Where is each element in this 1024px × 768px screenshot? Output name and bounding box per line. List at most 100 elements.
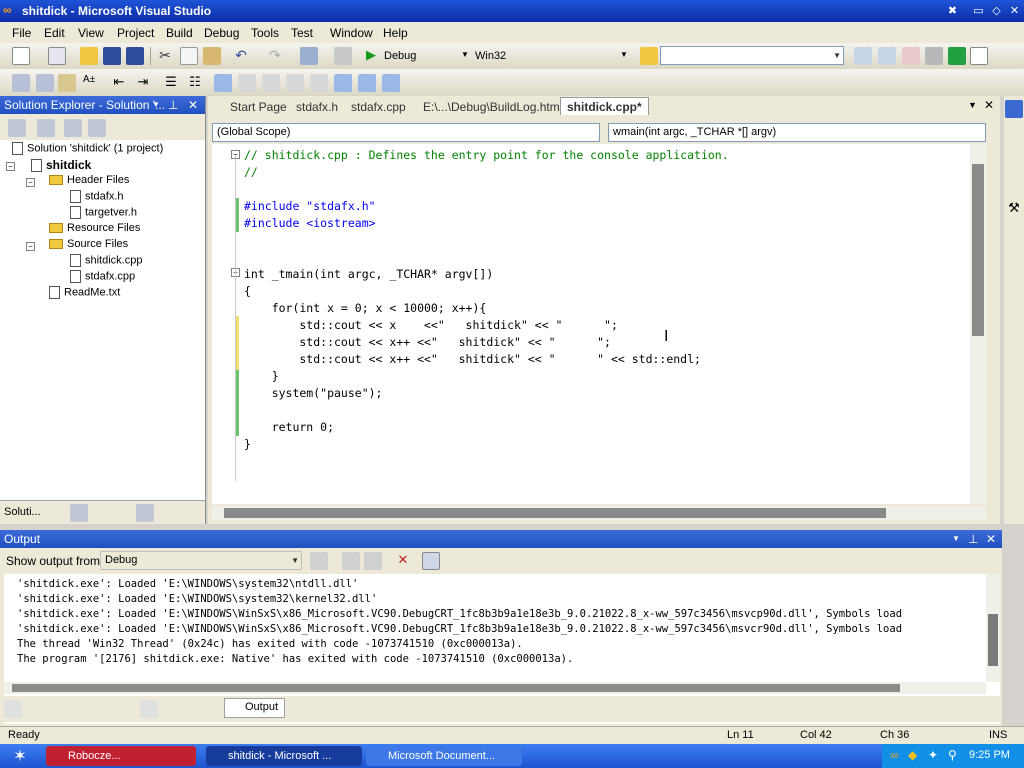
tree-project[interactable]: shitdick xyxy=(31,158,91,173)
tree-shitdick-cpp[interactable]: shitdick.cpp xyxy=(70,254,142,267)
undo-icon[interactable]: ↶ xyxy=(232,47,250,65)
se-show-all-files-icon[interactable] xyxy=(37,119,55,137)
output-text-area[interactable]: 'shitdick.exe': Loaded 'E:\WINDOWS\syste… xyxy=(4,574,1000,724)
menu-test[interactable]: Test xyxy=(291,26,313,40)
find-combo[interactable]: ▼ xyxy=(660,46,844,65)
outdent-icon[interactable]: ⇤ xyxy=(110,74,128,92)
menu-project[interactable]: Project xyxy=(117,26,154,40)
vertical-scrollbar[interactable] xyxy=(970,144,986,504)
tab-buildlog[interactable]: E:\...\Debug\BuildLog.htm xyxy=(423,100,560,114)
error-list-tab-icon[interactable] xyxy=(4,700,22,718)
tree-readme[interactable]: ReadMe.txt xyxy=(49,286,120,299)
tree-stdafx-cpp[interactable]: stdafx.cpp xyxy=(70,270,135,283)
expand-project-icon[interactable]: − xyxy=(6,162,15,171)
properties-icon[interactable] xyxy=(878,47,896,65)
tab-output[interactable]: Output xyxy=(224,698,286,718)
tree-stdafx-h[interactable]: stdafx.h xyxy=(70,190,124,203)
tree-source-files[interactable]: Source Files xyxy=(49,238,128,250)
menu-help[interactable]: Help xyxy=(383,26,408,40)
open-icon[interactable] xyxy=(80,47,98,65)
next-message-icon[interactable] xyxy=(364,552,382,570)
save-all-icon[interactable] xyxy=(126,47,144,65)
word-wrap-icon[interactable] xyxy=(422,552,440,570)
shield-icon[interactable]: ◆ xyxy=(908,748,917,762)
title-bar[interactable]: ∞ shitdick - Microsoft Visual Studio ✖ ▭… xyxy=(0,0,1024,22)
menu-debug[interactable]: Debug xyxy=(204,26,239,40)
code-area[interactable]: − − // shitdick.cpp : Defines the entry … xyxy=(212,144,986,504)
output-header[interactable]: Output ▼ ⊥ ✕ xyxy=(0,530,1002,548)
property-manager-tab-icon[interactable] xyxy=(136,504,154,522)
output-source-combo[interactable]: Debug ▼ xyxy=(100,551,302,570)
output-menu-icon[interactable]: ▼ xyxy=(952,530,960,548)
uncomment-icon[interactable]: ☷ xyxy=(186,74,204,92)
server-explorer-icon[interactable] xyxy=(1005,100,1023,118)
se-refresh-icon[interactable] xyxy=(64,119,82,137)
scope-combo[interactable]: (Global Scope) xyxy=(212,123,600,142)
minimize-icon[interactable]: ▭ xyxy=(970,3,987,19)
pane-close-icon[interactable]: ✕ xyxy=(188,96,198,114)
expand-source-files-icon[interactable]: − xyxy=(26,242,35,251)
save-icon[interactable] xyxy=(103,47,121,65)
prev-bookmark-icon[interactable] xyxy=(238,74,256,92)
next-bookmark-icon[interactable] xyxy=(262,74,280,92)
expand-header-files-icon[interactable]: − xyxy=(26,178,35,187)
menu-tools[interactable]: Tools xyxy=(251,26,279,40)
object-browser-icon[interactable] xyxy=(902,47,920,65)
solution-config[interactable]: Debug xyxy=(384,50,416,62)
tab-stdafx-cpp[interactable]: stdafx.cpp xyxy=(351,100,406,114)
cut-icon[interactable]: ✂ xyxy=(156,47,174,65)
start-icon[interactable]: ✶ xyxy=(4,746,36,766)
class-view-tab-icon[interactable] xyxy=(70,504,88,522)
tree-header-files[interactable]: Header Files xyxy=(49,174,129,186)
menu-edit[interactable]: Edit xyxy=(44,26,65,40)
task-robocze[interactable]: Robocze... xyxy=(46,746,196,766)
horizontal-scrollbar[interactable] xyxy=(212,506,986,520)
output-vscrollbar[interactable] xyxy=(986,574,1000,682)
close-icon[interactable]: ✕ xyxy=(1006,3,1023,19)
copy-icon[interactable] xyxy=(180,47,198,65)
start-debug-icon[interactable]: ▶ xyxy=(362,47,380,65)
next-bookmark-doc-icon[interactable] xyxy=(358,74,376,92)
navigate-icon[interactable] xyxy=(300,47,318,65)
menu-file[interactable]: File xyxy=(12,26,31,40)
prev-bookmark-folder-icon[interactable] xyxy=(286,74,304,92)
tree-targetver-h[interactable]: targetver.h xyxy=(70,206,137,219)
maximize-icon[interactable]: ◇ xyxy=(988,3,1005,19)
complete-word-icon[interactable]: A± xyxy=(80,74,98,92)
menu-view[interactable]: View xyxy=(78,26,104,40)
next-bookmark-folder-icon[interactable] xyxy=(310,74,328,92)
indent-icon[interactable]: ⇥ xyxy=(134,74,152,92)
se-properties-icon[interactable] xyxy=(8,119,26,137)
search-icon[interactable]: ⚲ xyxy=(948,748,957,762)
toggle-bookmark-icon[interactable] xyxy=(214,74,232,92)
redo-icon[interactable]: ↷ xyxy=(266,47,284,65)
close-tab-icon[interactable]: ✕ xyxy=(984,98,994,112)
prev-bookmark-doc-icon[interactable] xyxy=(334,74,352,92)
command-window-icon[interactable] xyxy=(970,47,988,65)
tab-shitdick-cpp[interactable]: shitdick.cpp* xyxy=(560,97,649,115)
quick-info-icon[interactable] xyxy=(58,74,76,92)
clear-all-icon[interactable]: ✕ xyxy=(394,552,412,570)
tree-solution[interactable]: Solution 'shitdick' (1 project) xyxy=(12,142,163,155)
toolbox-icon[interactable] xyxy=(925,47,943,65)
new-project-icon[interactable] xyxy=(12,47,30,65)
se-class-diagram-icon[interactable] xyxy=(88,119,106,137)
parameter-info-icon[interactable] xyxy=(36,74,54,92)
member-list-icon[interactable] xyxy=(12,74,30,92)
menu-window[interactable]: Window xyxy=(330,26,373,40)
start-page-icon[interactable] xyxy=(948,47,966,65)
config-dropdown-icon[interactable]: ▼ xyxy=(461,50,469,59)
tree-resource-files[interactable]: Resource Files xyxy=(49,222,140,234)
output-pin-icon[interactable]: ⊥ xyxy=(968,530,978,548)
pane-pin-icon[interactable]: ⊥ xyxy=(168,96,178,114)
comment-icon[interactable]: ☰ xyxy=(162,74,180,92)
output-hscrollbar[interactable] xyxy=(4,682,986,694)
tab-start-page[interactable]: Start Page xyxy=(230,100,287,114)
tab-stdafx-h[interactable]: stdafx.h xyxy=(296,100,338,114)
add-item-icon[interactable] xyxy=(48,47,66,65)
find-message-icon[interactable] xyxy=(310,552,328,570)
platform-config[interactable]: Win32 xyxy=(475,50,506,62)
task-microsoft-document[interactable]: Microsoft Document... xyxy=(366,746,522,766)
tab-solution-explorer[interactable]: Soluti... xyxy=(4,506,41,518)
function-combo[interactable]: wmain(int argc, _TCHAR *[] argv) xyxy=(608,123,986,142)
